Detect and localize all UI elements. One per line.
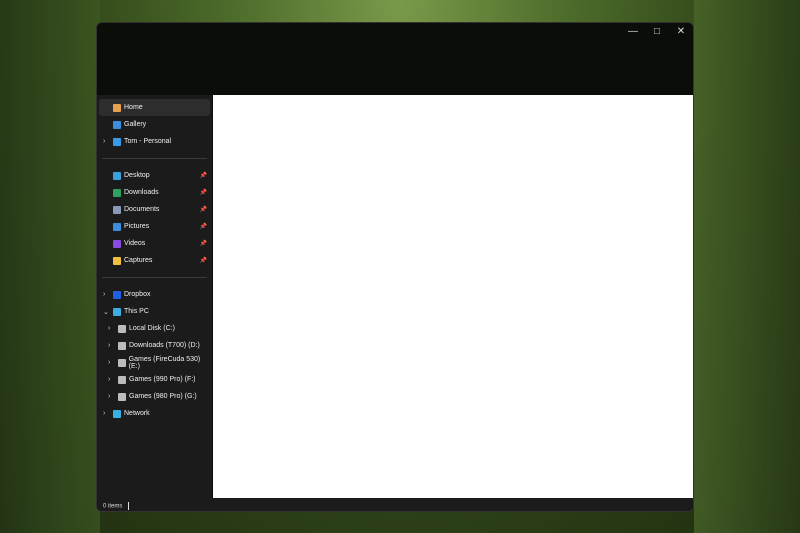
minimize-button[interactable]: — [621,23,645,41]
folder-icon [113,256,121,265]
pin-icon[interactable]: 📌 [200,257,207,264]
sidebar-item-label: Gallery [124,121,147,128]
divider [102,277,207,278]
sidebar-item-games-980-pro-g[interactable]: › Games (980 Pro) (G:) [99,388,210,405]
maximize-button[interactable]: □ [645,23,669,41]
chevron-down-icon[interactable]: ⌄ [103,308,109,316]
wallpaper-left [0,0,100,533]
chevron-right-icon[interactable]: › [108,359,110,366]
sidebar-item-label: Games (980 Pro) (G:) [129,393,197,400]
sidebar-item-documents[interactable]: Documents 📌 [99,201,210,218]
sidebar-item-this-pc[interactable]: ⌄ This PC [99,303,210,320]
drive-icon [118,375,126,384]
chevron-right-icon[interactable]: › [108,325,110,332]
sidebar-item-network[interactable]: › Network [99,405,210,422]
pictures-icon [113,222,121,231]
sidebar-item-label: Downloads (T700) (D:) [129,342,200,349]
sidebar-item-label: Videos [124,240,146,247]
sidebar-item-games-990-pro-f[interactable]: › Games (990 Pro) (F:) [99,371,210,388]
videos-icon [113,239,121,248]
sidebar-item-downloads[interactable]: Downloads 📌 [99,184,210,201]
sidebar-item-desktop[interactable]: Desktop 📌 [99,167,210,184]
sidebar-item-label: Documents [124,206,160,213]
sidebar-item-gallery[interactable]: Gallery [99,116,210,133]
sidebar-item-pictures[interactable]: Pictures 📌 [99,218,210,235]
sidebar-item-tom-personal[interactable]: › Tom - Personal [99,133,210,150]
pin-icon[interactable]: 📌 [200,206,207,213]
chevron-right-icon[interactable]: › [108,342,110,349]
text-cursor [128,502,130,510]
sidebar-item-label: Pictures [124,223,150,230]
sidebar-item-label: Home [124,104,143,111]
home-icon [113,103,121,112]
sidebar-item-label: Captures [124,257,153,264]
network-icon [113,409,121,418]
pin-icon[interactable]: 📌 [200,189,207,196]
chevron-right-icon[interactable]: › [103,291,105,298]
file-list-area[interactable] [213,95,693,498]
sidebar-item-home[interactable]: Home [99,99,210,116]
sidebar-item-label: This PC [124,308,149,315]
sidebar-item-dropbox[interactable]: › Dropbox [99,286,210,303]
desktop-icon [113,171,121,180]
chevron-right-icon[interactable]: › [103,138,105,145]
chevron-right-icon[interactable]: › [103,410,105,417]
drive-icon [118,324,126,333]
drive-icon [118,358,126,367]
sidebar-item-downloads-t700-d[interactable]: › Downloads (T700) (D:) [99,337,210,354]
pin-icon[interactable]: 📌 [200,240,207,247]
sidebar-item-games-firecuda-530-e[interactable]: › Games (FireCuda 530) (E:) [99,354,210,371]
dropbox-icon [113,290,121,299]
sidebar-item-label: Network [124,410,150,417]
pin-icon[interactable]: 📌 [200,223,207,230]
sidebar-item-label: Games (990 Pro) (F:) [129,376,196,383]
sidebar-item-local-disk-c[interactable]: › Local Disk (C:) [99,320,210,337]
drive-icon [118,341,126,350]
documents-icon [113,205,121,214]
wallpaper-right [694,0,800,533]
close-button[interactable]: ✕ [669,23,693,41]
gallery-icon [113,120,121,129]
sidebar-item-captures[interactable]: Captures 📌 [99,252,210,269]
onedrive-icon [113,137,121,146]
sidebar-item-videos[interactable]: Videos 📌 [99,235,210,252]
sidebar-item-label: Games (FireCuda 530) (E:) [128,355,201,370]
pin-icon[interactable]: 📌 [200,172,207,179]
file-explorer-window: — □ ✕ Home Gallery › Tom - Personal Desktop 📌… [96,22,694,512]
sidebar-item-label: Downloads [124,189,159,196]
sidebar-item-label: Dropbox [124,291,151,298]
pc-icon [113,307,121,316]
chevron-right-icon[interactable]: › [108,376,110,383]
divider [102,158,207,159]
chevron-right-icon[interactable]: › [108,393,110,400]
sidebar-item-label: Tom - Personal [124,138,172,145]
status-bar: 0 items [97,498,693,511]
sidebar-item-label: Local Disk (C:) [129,325,175,332]
title-bar: — □ ✕ [97,23,693,95]
item-count: 0 items [103,503,123,510]
sidebar-item-label: Desktop [124,172,150,179]
downloads-icon [113,188,121,197]
navigation-pane: Home Gallery › Tom - Personal Desktop 📌 Downlo… [97,95,212,498]
drive-icon [118,392,126,401]
